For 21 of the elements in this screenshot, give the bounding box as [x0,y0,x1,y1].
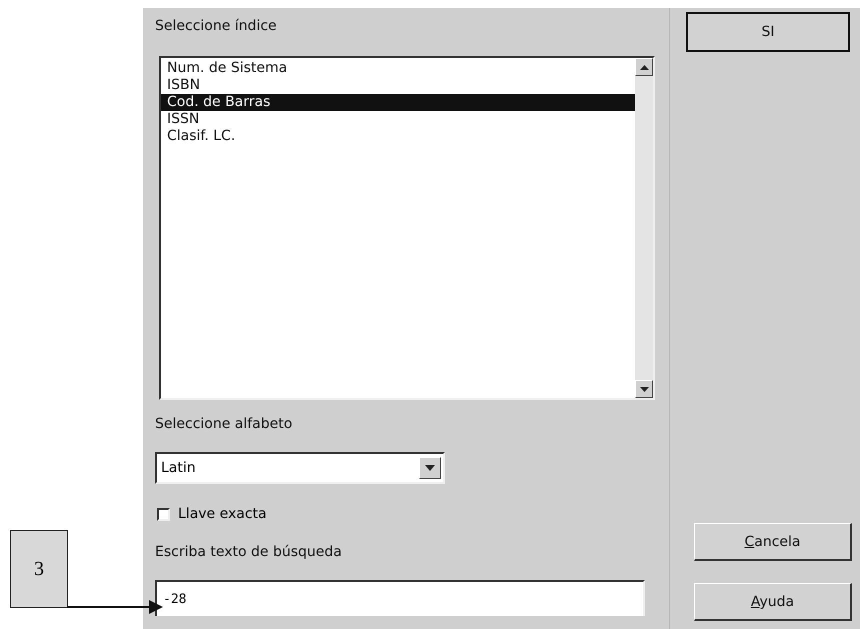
dialog-button[interactable]: Ayuda [694,583,852,621]
search-field[interactable]: -28 [155,580,645,616]
callout-number: 3 [10,530,68,608]
exact-key-label: Llave exacta [178,506,267,522]
exact-key-checkbox[interactable] [157,508,170,520]
search-label: Escriba texto de búsqueda [155,544,343,560]
index-list[interactable]: Num. de Sistema ISBN Cod. de Barras ISSN Clasif. LC. [159,56,655,400]
alphabet-dropdown[interactable]: Latin [155,452,445,484]
yes-button[interactable]: SI [686,12,850,52]
list-item[interactable]: Clasif. LC. [161,128,635,145]
down-arrow-icon [640,386,648,392]
scroll-up-button[interactable] [635,58,653,76]
dialog-button[interactable]: Cancela [694,523,852,561]
list-item[interactable]: Cod. de Barras [161,94,635,111]
alphabet-label: Seleccione alfabeto [155,416,294,432]
up-arrow-icon [640,64,648,70]
index-label: Seleccione índice [155,18,278,34]
list-item[interactable]: ISBN [161,77,635,94]
scroll-down-button[interactable] [635,380,653,398]
list-item[interactable]: ISSN [161,111,635,128]
list-item[interactable]: Num. de Sistema [161,60,635,77]
